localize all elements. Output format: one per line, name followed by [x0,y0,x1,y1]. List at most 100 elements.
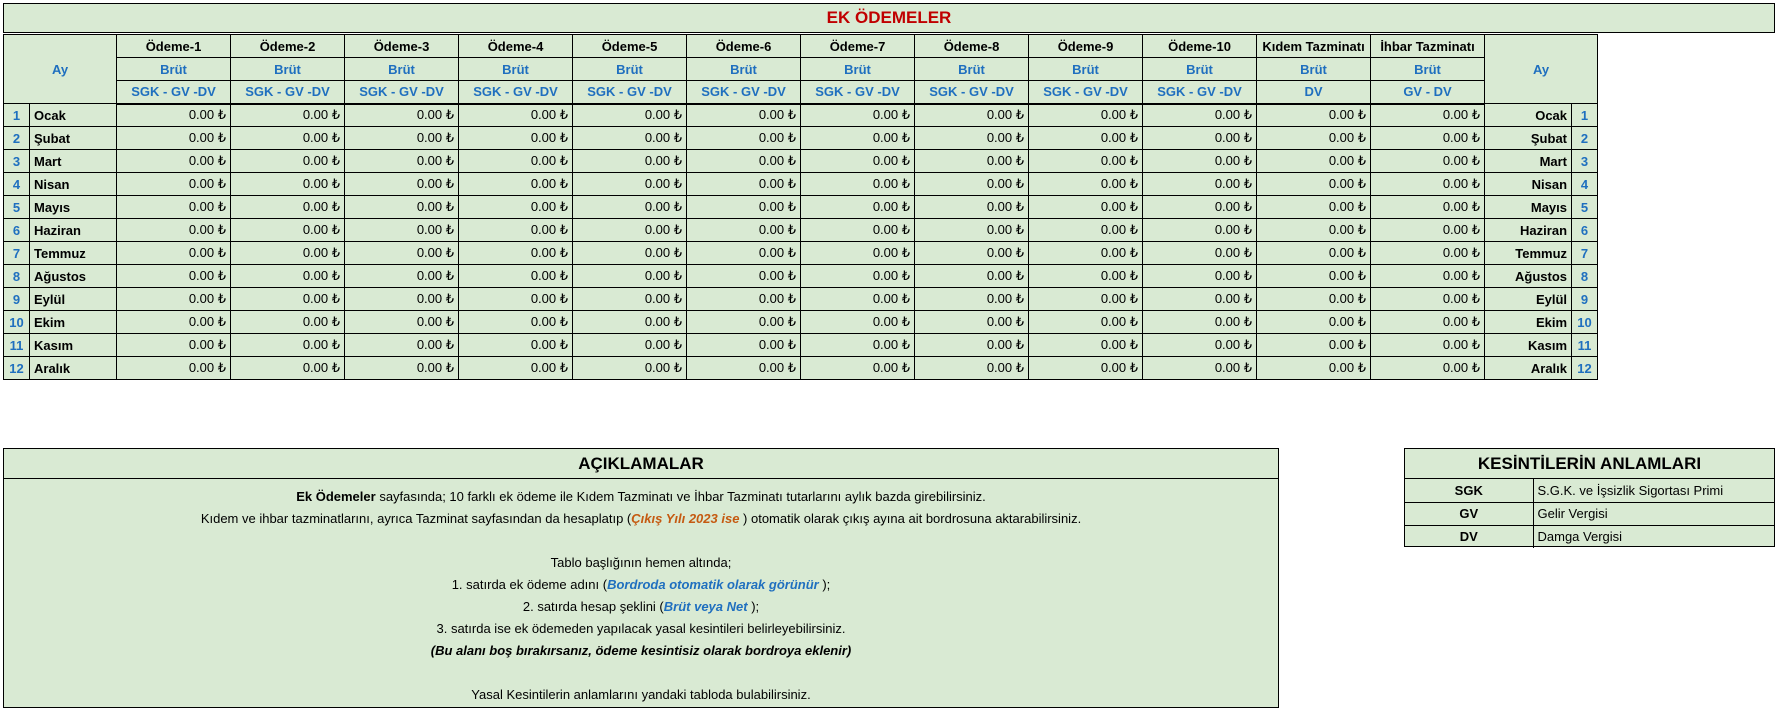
column-header-type[interactable]: Brüt [230,57,346,81]
amount-cell[interactable]: 0.00 ₺ [1370,310,1486,334]
amount-cell[interactable]: 0.00 ₺ [1142,126,1258,150]
amount-cell[interactable]: 0.00 ₺ [1370,172,1486,196]
amount-cell[interactable]: 0.00 ₺ [344,333,460,357]
amount-cell[interactable]: 0.00 ₺ [686,241,802,265]
column-header-deductions[interactable]: SGK - GV -DV [686,80,802,105]
amount-cell[interactable]: 0.00 ₺ [344,356,460,380]
amount-cell[interactable]: 0.00 ₺ [572,287,688,311]
amount-cell[interactable]: 0.00 ₺ [1142,333,1258,357]
amount-cell[interactable]: 0.00 ₺ [800,310,916,334]
amount-cell[interactable]: 0.00 ₺ [458,310,574,334]
amount-cell[interactable]: 0.00 ₺ [458,195,574,219]
amount-cell[interactable]: 0.00 ₺ [572,172,688,196]
amount-cell[interactable]: 0.00 ₺ [914,310,1030,334]
amount-cell[interactable]: 0.00 ₺ [686,356,802,380]
column-header-type[interactable]: Brüt [1142,57,1258,81]
column-header-name[interactable]: Ödeme-2 [230,34,346,58]
amount-cell[interactable]: 0.00 ₺ [914,333,1030,357]
amount-cell[interactable]: 0.00 ₺ [800,264,916,288]
amount-cell[interactable]: 0.00 ₺ [230,218,346,242]
amount-cell[interactable]: 0.00 ₺ [572,149,688,173]
amount-cell[interactable]: 0.00 ₺ [800,356,916,380]
column-header-name[interactable]: Ödeme-4 [458,34,574,58]
amount-cell[interactable]: 0.00 ₺ [572,264,688,288]
amount-cell[interactable]: 0.00 ₺ [572,103,688,127]
amount-cell[interactable]: 0.00 ₺ [230,264,346,288]
column-header-deductions[interactable]: SGK - GV -DV [1142,80,1258,105]
column-header-deductions[interactable]: SGK - GV -DV [344,80,460,105]
column-header-type[interactable]: Brüt [914,57,1030,81]
amount-cell[interactable]: 0.00 ₺ [572,241,688,265]
amount-cell[interactable]: 0.00 ₺ [914,126,1030,150]
amount-cell[interactable]: 0.00 ₺ [686,172,802,196]
amount-cell[interactable]: 0.00 ₺ [1142,287,1258,311]
amount-cell[interactable]: 0.00 ₺ [572,195,688,219]
amount-cell[interactable]: 0.00 ₺ [458,218,574,242]
amount-cell[interactable]: 0.00 ₺ [458,287,574,311]
amount-cell[interactable]: 0.00 ₺ [800,218,916,242]
amount-cell[interactable]: 0.00 ₺ [686,333,802,357]
amount-cell[interactable]: 0.00 ₺ [344,172,460,196]
amount-cell[interactable]: 0.00 ₺ [230,241,346,265]
amount-cell[interactable]: 0.00 ₺ [572,333,688,357]
amount-cell[interactable]: 0.00 ₺ [458,103,574,127]
column-header-name[interactable]: Ödeme-8 [914,34,1030,58]
amount-cell[interactable]: 0.00 ₺ [1142,241,1258,265]
amount-cell[interactable]: 0.00 ₺ [686,287,802,311]
amount-cell[interactable]: 0.00 ₺ [1028,149,1144,173]
amount-cell[interactable]: 0.00 ₺ [1142,103,1258,127]
amount-cell[interactable]: 0.00 ₺ [116,241,232,265]
amount-cell[interactable]: 0.00 ₺ [1256,195,1372,219]
amount-cell[interactable]: 0.00 ₺ [230,356,346,380]
amount-cell[interactable]: 0.00 ₺ [1370,356,1486,380]
amount-cell[interactable]: 0.00 ₺ [116,287,232,311]
amount-cell[interactable]: 0.00 ₺ [1370,264,1486,288]
amount-cell[interactable]: 0.00 ₺ [686,149,802,173]
amount-cell[interactable]: 0.00 ₺ [914,103,1030,127]
column-header-name[interactable]: Ödeme-3 [344,34,460,58]
column-header-name[interactable]: Ödeme-10 [1142,34,1258,58]
amount-cell[interactable]: 0.00 ₺ [1028,310,1144,334]
amount-cell[interactable]: 0.00 ₺ [1256,172,1372,196]
amount-cell[interactable]: 0.00 ₺ [116,310,232,334]
column-header-deductions[interactable]: SGK - GV -DV [572,80,688,105]
amount-cell[interactable]: 0.00 ₺ [344,310,460,334]
column-header-deductions[interactable]: SGK - GV -DV [458,80,574,105]
amount-cell[interactable]: 0.00 ₺ [800,241,916,265]
amount-cell[interactable]: 0.00 ₺ [686,218,802,242]
amount-cell[interactable]: 0.00 ₺ [1142,264,1258,288]
amount-cell[interactable]: 0.00 ₺ [914,172,1030,196]
amount-cell[interactable]: 0.00 ₺ [230,103,346,127]
column-header-name[interactable]: Kıdem Tazminatı [1256,34,1372,58]
amount-cell[interactable]: 0.00 ₺ [1256,218,1372,242]
amount-cell[interactable]: 0.00 ₺ [572,356,688,380]
amount-cell[interactable]: 0.00 ₺ [1370,241,1486,265]
amount-cell[interactable]: 0.00 ₺ [686,264,802,288]
amount-cell[interactable]: 0.00 ₺ [1028,195,1144,219]
column-header-deductions[interactable]: DV [1256,80,1372,105]
amount-cell[interactable]: 0.00 ₺ [344,241,460,265]
amount-cell[interactable]: 0.00 ₺ [800,172,916,196]
amount-cell[interactable]: 0.00 ₺ [1256,149,1372,173]
amount-cell[interactable]: 0.00 ₺ [914,264,1030,288]
amount-cell[interactable]: 0.00 ₺ [458,126,574,150]
amount-cell[interactable]: 0.00 ₺ [1256,333,1372,357]
amount-cell[interactable]: 0.00 ₺ [458,149,574,173]
amount-cell[interactable]: 0.00 ₺ [914,287,1030,311]
amount-cell[interactable]: 0.00 ₺ [116,218,232,242]
amount-cell[interactable]: 0.00 ₺ [686,103,802,127]
column-header-name[interactable]: İhbar Tazminatı [1370,34,1486,58]
amount-cell[interactable]: 0.00 ₺ [458,356,574,380]
column-header-deductions[interactable]: SGK - GV -DV [800,80,916,105]
amount-cell[interactable]: 0.00 ₺ [800,126,916,150]
amount-cell[interactable]: 0.00 ₺ [1028,333,1144,357]
amount-cell[interactable]: 0.00 ₺ [230,126,346,150]
amount-cell[interactable]: 0.00 ₺ [1142,218,1258,242]
amount-cell[interactable]: 0.00 ₺ [1370,103,1486,127]
amount-cell[interactable]: 0.00 ₺ [1256,356,1372,380]
amount-cell[interactable]: 0.00 ₺ [1256,310,1372,334]
amount-cell[interactable]: 0.00 ₺ [344,149,460,173]
amount-cell[interactable]: 0.00 ₺ [800,195,916,219]
amount-cell[interactable]: 0.00 ₺ [230,149,346,173]
amount-cell[interactable]: 0.00 ₺ [1370,149,1486,173]
